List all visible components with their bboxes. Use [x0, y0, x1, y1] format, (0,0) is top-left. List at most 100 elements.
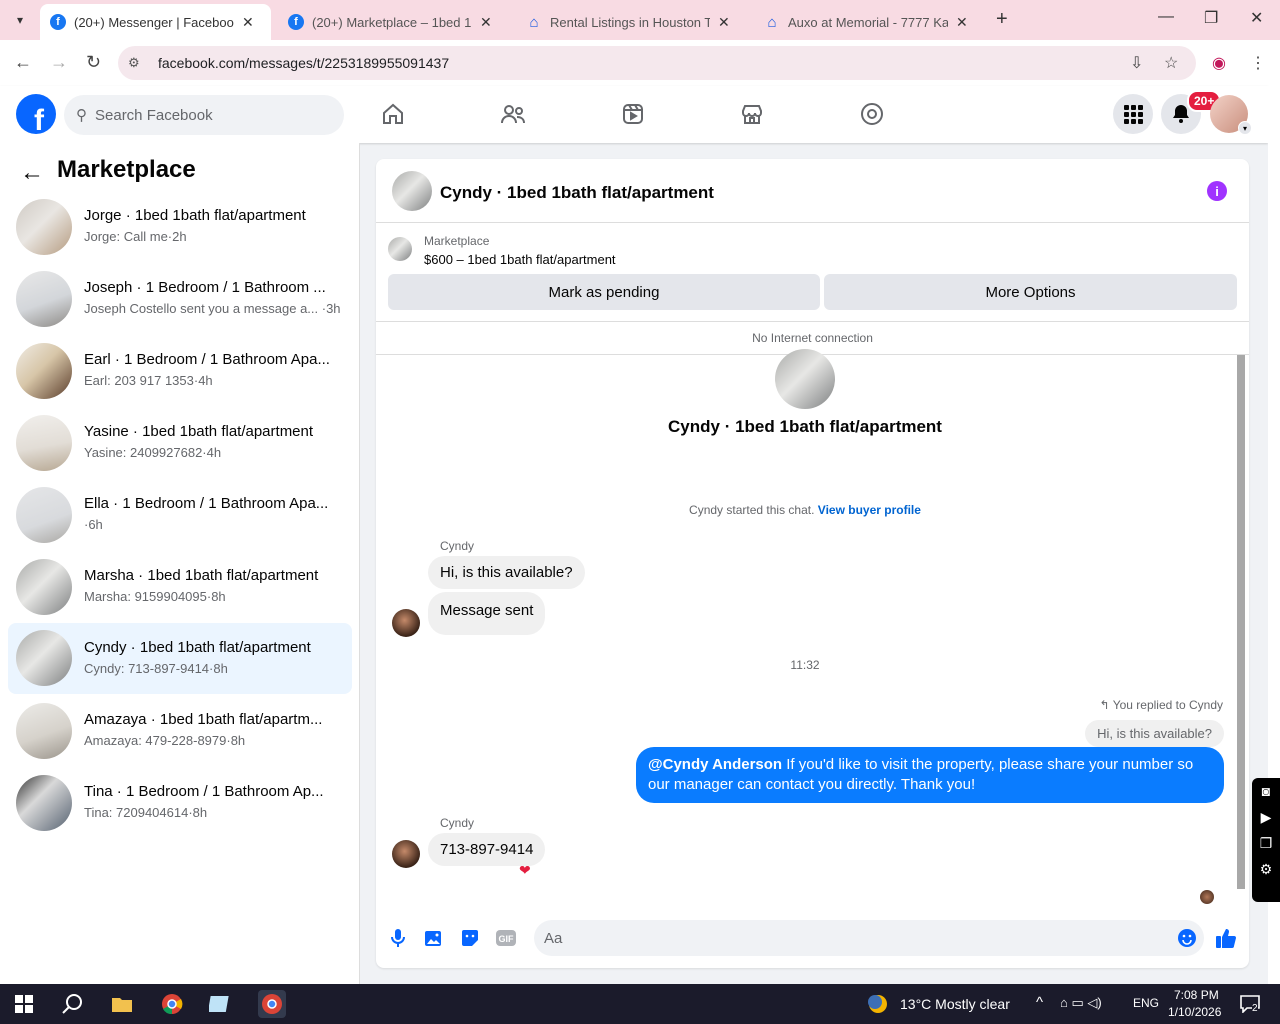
gif-icon[interactable]: GIF [494, 926, 518, 950]
listing-thumbnail [16, 199, 72, 255]
url-text[interactable]: facebook.com/messages/t/2253189955091437 [158, 55, 449, 71]
tab-search-chevron-icon[interactable]: ▾ [8, 8, 32, 32]
reload-icon[interactable]: ↻ [86, 52, 101, 73]
clock-date[interactable]: 1/10/2026 [1168, 1005, 1221, 1019]
window-icon[interactable]: ❐ [1252, 830, 1280, 856]
tab-close-icon[interactable]: ✕ [718, 14, 730, 31]
notification-center-icon[interactable] [1238, 992, 1262, 1016]
weather-text[interactable]: 13°C Mostly clear [900, 996, 1010, 1012]
sender-avatar[interactable] [392, 609, 420, 637]
profile-avatar[interactable] [775, 349, 835, 409]
sticker-icon[interactable] [458, 926, 482, 950]
conversation-preview: Jorge: Call me·2h [84, 229, 187, 244]
new-tab-button[interactable]: + [996, 8, 1008, 31]
weather-icon[interactable] [866, 992, 890, 1016]
conversation-item[interactable]: Jorge · 1bed 1bath flat/apartment Jorge:… [8, 195, 352, 259]
tab-close-icon[interactable]: ✕ [480, 14, 492, 31]
facebook-search[interactable]: ⚲ [64, 95, 344, 135]
like-thumbs-up-icon[interactable] [1214, 926, 1238, 950]
back-arrow-icon[interactable]: ← [20, 159, 44, 187]
mention[interactable]: @Cyndy Anderson [648, 756, 782, 773]
message-input[interactable] [544, 929, 1144, 947]
clock-time[interactable]: 7:08 PM [1174, 988, 1219, 1002]
show-hidden-icons-icon[interactable]: ^ [1036, 994, 1043, 1011]
reply-quote[interactable]: Hi, is this available? [1085, 720, 1224, 747]
gaming-icon[interactable] [858, 100, 886, 128]
conversation-item[interactable]: Tina · 1 Bedroom / 1 Bathroom Ap... Tina… [8, 771, 352, 835]
mark-as-pending-button[interactable]: Mark as pending [388, 274, 820, 310]
photo-icon[interactable] [422, 926, 446, 950]
menu-grid-icon[interactable] [1113, 94, 1153, 134]
facebook-logo[interactable]: f [16, 94, 56, 134]
tray-icons[interactable]: ⌂ ▭ ◁) [1060, 995, 1102, 1011]
home-icon[interactable] [379, 100, 407, 128]
notification-count: 2 [1252, 1003, 1258, 1014]
conversation-name: Yasine · 1bed 1bath flat/apartment [84, 423, 314, 440]
message-bubble[interactable]: Message sent [428, 592, 546, 635]
address-bar[interactable]: ⚙ facebook.com/messages/t/22531899550914… [118, 46, 1196, 80]
chrome-icon[interactable] [160, 992, 184, 1016]
file-explorer-icon[interactable] [110, 992, 134, 1016]
profile-icon[interactable]: ◉ [1212, 53, 1226, 73]
install-app-icon[interactable]: ⇩ [1130, 53, 1143, 73]
sender-name: Cyndy [440, 816, 475, 830]
conversation-item[interactable]: Yasine · 1bed 1bath flat/apartment Yasin… [8, 411, 352, 475]
search-input[interactable] [95, 106, 315, 124]
video-camera-icon[interactable]: ▶ [1252, 804, 1280, 830]
chat-avatar[interactable] [392, 171, 432, 211]
sender-avatar[interactable] [392, 840, 420, 868]
listing-thumbnail[interactable] [388, 237, 412, 261]
message-bubble[interactable]: Hi, is this available? [428, 556, 585, 589]
conversation-name: Tina · 1 Bedroom / 1 Bathroom Ap... [84, 783, 324, 800]
chat-scrollbar[interactable] [1234, 355, 1249, 905]
tab-marketplace[interactable]: f (20+) Marketplace – 1bed 1bath ✕ [278, 4, 510, 40]
restore-icon[interactable]: ❐ [1204, 8, 1218, 28]
tab-messenger[interactable]: f (20+) Messenger | Facebook ✕ [40, 4, 271, 40]
tab-rental-listings[interactable]: ⌂ Rental Listings in Houston TX - ✕ [516, 4, 748, 40]
conversation-item[interactable]: Amazaya · 1bed 1bath flat/apartm... Amaz… [8, 699, 352, 763]
search-icon[interactable] [60, 992, 84, 1016]
more-options-button[interactable]: More Options [824, 274, 1237, 310]
search-icon: ⚲ [76, 107, 87, 124]
heart-reaction-icon[interactable]: ❤ [519, 862, 531, 879]
forward-icon[interactable]: → [50, 52, 68, 73]
tab-close-icon[interactable]: ✕ [242, 14, 254, 31]
conversation-item[interactable]: Earl · 1 Bedroom / 1 Bathroom Apa... Ear… [8, 339, 352, 403]
tab-title: Auxo at Memorial - 7777 Katy F [788, 14, 948, 30]
friends-icon[interactable] [499, 100, 527, 128]
account-avatar[interactable]: ▾ [1210, 95, 1252, 135]
conversation-item[interactable]: Joseph · 1 Bedroom / 1 Bathroom ... Jose… [8, 267, 352, 331]
message-input-container[interactable] [534, 920, 1204, 956]
bookmark-star-icon[interactable]: ☆ [1164, 53, 1178, 73]
settings-gear-icon[interactable]: ⚙ [1252, 856, 1280, 882]
marketplace-listing-strip: Marketplace $600 – 1bed 1bath flat/apart… [376, 223, 1249, 321]
browser-toolbar: ← → ↻ ⚙ facebook.com/messages/t/22531899… [0, 40, 1280, 86]
scrollbar-thumb[interactable] [1237, 355, 1245, 889]
notepad-icon[interactable] [208, 992, 232, 1016]
conversation-item[interactable]: Marsha · 1bed 1bath flat/apartment Marsh… [8, 555, 352, 619]
microphone-icon[interactable] [386, 926, 410, 950]
chrome-profile-icon[interactable] [258, 990, 286, 1018]
outgoing-message-bubble[interactable]: @Cyndy Anderson If you'd like to visit t… [636, 747, 1224, 803]
listing-thumbnail [16, 775, 72, 831]
camera-icon[interactable]: ◙ [1252, 778, 1280, 804]
view-buyer-profile-link[interactable]: View buyer profile [818, 503, 921, 517]
windows-start-icon[interactable] [12, 992, 36, 1016]
close-window-icon[interactable]: ✕ [1250, 8, 1263, 28]
conversation-item[interactable]: Ella · 1 Bedroom / 1 Bathroom Apa... ·6h [8, 483, 352, 547]
emoji-icon[interactable] [1175, 926, 1199, 950]
chat-title[interactable]: Cyndy · 1bed 1bath flat/apartment [440, 183, 714, 203]
site-info-icon[interactable]: ⚙ [128, 55, 148, 71]
menu-kebab-icon[interactable]: ⋮ [1250, 53, 1266, 73]
minimize-icon[interactable]: — [1158, 8, 1174, 26]
tab-auxo[interactable]: ⌂ Auxo at Memorial - 7777 Katy F ✕ [754, 4, 986, 40]
language-indicator[interactable]: ENG [1133, 996, 1159, 1010]
conversation-item-selected[interactable]: Cyndy · 1bed 1bath flat/apartment Cyndy:… [8, 623, 352, 694]
listing-price-title[interactable]: $600 – 1bed 1bath flat/apartment [424, 252, 616, 267]
back-icon[interactable]: ← [14, 52, 32, 73]
tab-close-icon[interactable]: ✕ [956, 14, 968, 31]
video-icon[interactable] [619, 100, 647, 128]
info-icon[interactable]: i [1207, 181, 1227, 201]
marketplace-icon[interactable] [738, 100, 766, 128]
listing-thumbnail [16, 630, 72, 686]
